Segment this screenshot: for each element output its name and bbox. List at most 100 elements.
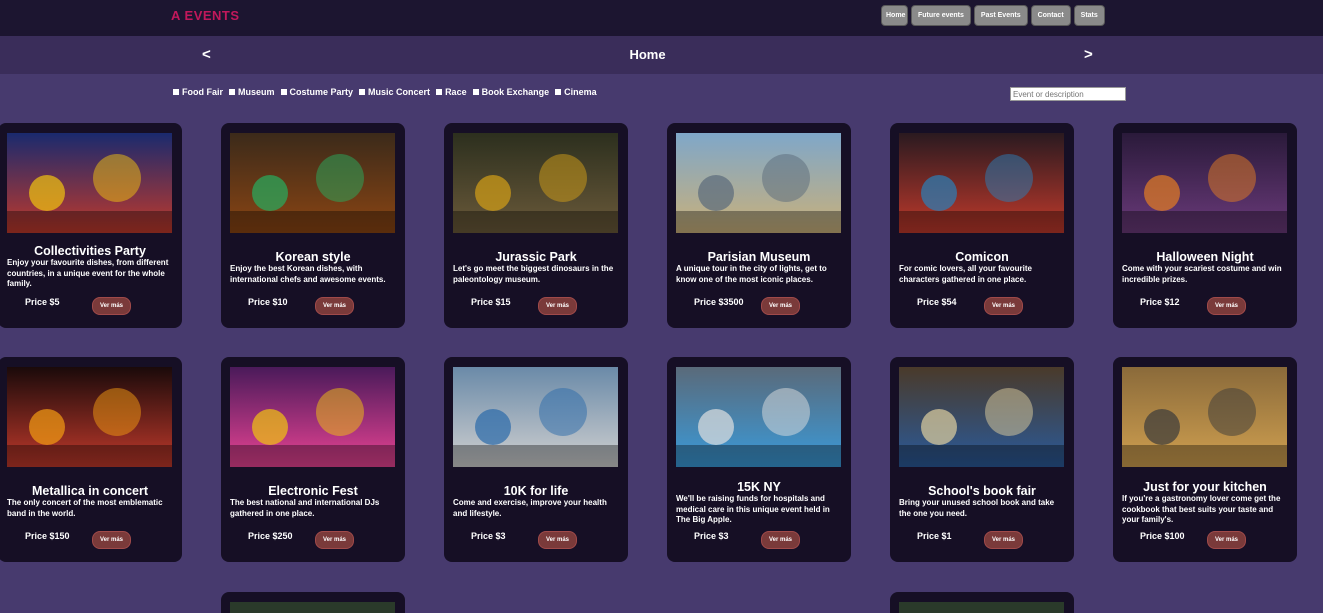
filter-music-concert[interactable]: Music Concert [359,87,430,97]
checkbox[interactable] [555,89,562,95]
event-card: Metallica in concert The only concert of… [0,357,182,562]
event-title: Korean style [275,250,351,264]
page-title: Home [629,47,666,62]
event-description: A unique tour in the city of lights, get… [676,264,827,284]
event-image [676,367,841,467]
event-description: For comic lovers, all your favourite cha… [899,264,1032,284]
event-image [1122,133,1287,233]
search-input[interactable] [1010,87,1126,101]
event-title: 10K for life [503,484,569,498]
event-description: We'll be raising funds for hospitals and… [676,494,830,524]
see-more-button[interactable]: Ver más [984,297,1023,315]
event-title: Just for your kitchen [1143,480,1267,494]
event-card [890,592,1074,613]
checkbox[interactable] [472,89,479,95]
event-image [7,133,172,233]
event-title: Comicon [955,250,1009,264]
event-description: Let's go meet the biggest dinosaurs in t… [453,264,614,284]
event-image [899,367,1064,467]
event-price: Price $150 [25,531,70,541]
filter-label: Costume Party [289,87,354,97]
see-more-button[interactable]: Ver más [315,531,354,549]
event-card: Halloween Night Come with your scariest … [1113,123,1297,328]
event-title: Collectivities Party [34,244,146,258]
event-card: Electronic Fest The best national and in… [221,357,405,562]
see-more-button[interactable]: Ver más [984,531,1023,549]
event-price: Price $100 [1140,531,1185,541]
category-filters: Food Fair Museum Costume Party Music Con… [173,87,597,97]
event-description: Come and exercise, improve your health a… [453,498,607,518]
filter-cinema[interactable]: Cinema [555,87,597,97]
filter-label: Book Exchange [481,87,550,97]
event-description: Enjoy your favourite dishes, from differ… [7,258,169,288]
event-title: Electronic Fest [268,484,358,498]
see-more-button[interactable]: Ver más [1207,297,1246,315]
event-price: Price $1 [917,531,952,541]
event-image [899,133,1064,233]
event-title: School's book fair [928,484,1036,498]
next-page-arrow[interactable]: > [1084,46,1093,63]
event-image [230,133,395,233]
filter-label: Cinema [564,87,597,97]
filter-costume-party[interactable]: Costume Party [280,87,354,97]
nav-future-events-button[interactable]: Future events [911,5,971,26]
event-price: Price $15 [471,297,511,307]
checkbox[interactable] [359,89,366,95]
event-card: Collectivities Party Enjoy your favourit… [0,123,182,328]
event-card: Comicon For comic lovers, all your favou… [890,123,1074,328]
see-more-button[interactable]: Ver más [1207,531,1246,549]
event-image [453,133,618,233]
event-title: Jurassic Park [495,250,577,264]
see-more-button[interactable]: Ver más [315,297,354,315]
event-price: Price $3 [694,531,729,541]
event-price: Price $250 [248,531,293,541]
filter-race[interactable]: Race [436,87,467,97]
filter-label: Music Concert [368,87,431,97]
event-image [230,367,395,467]
event-price: Price $54 [917,297,957,307]
nav-home-button[interactable]: Home [881,5,908,26]
event-card: Just for your kitchen If you're a gastro… [1113,357,1297,562]
event-price: Price $12 [1140,297,1180,307]
event-image [7,367,172,467]
top-navbar: A EVENTS Home Future events Past Events … [0,0,1323,36]
event-description: If you're a gastronomy lover come get th… [1122,494,1281,524]
event-description: The only concert of the most emblematic … [7,498,163,518]
filter-label: Museum [238,87,275,97]
page-title-bar: < Home > [0,36,1323,74]
see-more-button[interactable]: Ver más [761,297,800,315]
checkbox[interactable] [173,89,179,95]
filter-food-fair[interactable]: Food Fair [173,87,223,97]
see-more-button[interactable]: Ver más [92,531,131,549]
see-more-button[interactable]: Ver más [538,531,577,549]
event-title: 15K NY [737,480,781,494]
see-more-button[interactable]: Ver más [761,531,800,549]
nav-stats-button[interactable]: Stats [1073,5,1105,26]
event-description: Come with your scariest costume and win … [1122,264,1282,284]
event-title: Halloween Night [1156,250,1254,264]
event-price: Price $3 [471,531,506,541]
event-card [221,592,405,613]
see-more-button[interactable]: Ver más [538,297,577,315]
event-image [676,133,841,233]
checkbox[interactable] [229,89,235,95]
event-title: Metallica in concert [31,484,148,498]
filter-museum[interactable]: Museum [229,87,275,97]
main-nav: Home Future events Past Events Contact S… [881,5,1105,26]
checkbox[interactable] [436,89,443,95]
nav-past-events-button[interactable]: Past Events [973,5,1028,26]
event-card: Jurassic Park Let's go meet the biggest … [444,123,628,328]
event-card: Parisian Museum A unique tour in the cit… [667,123,851,328]
site-logo[interactable]: A EVENTS [171,8,240,23]
filter-book-exchange[interactable]: Book Exchange [472,87,550,97]
nav-contact-button[interactable]: Contact [1030,5,1071,26]
event-card: 15K NY We'll be raising funds for hospit… [667,357,851,562]
event-price: Price $5 [25,297,60,307]
event-price: Price $10 [248,297,288,307]
checkbox[interactable] [280,89,287,95]
event-image [230,602,395,613]
event-title: Parisian Museum [707,250,811,264]
see-more-button[interactable]: Ver más [92,297,131,315]
event-card: School's book fair Bring your unused sch… [890,357,1074,562]
event-image [899,602,1064,613]
